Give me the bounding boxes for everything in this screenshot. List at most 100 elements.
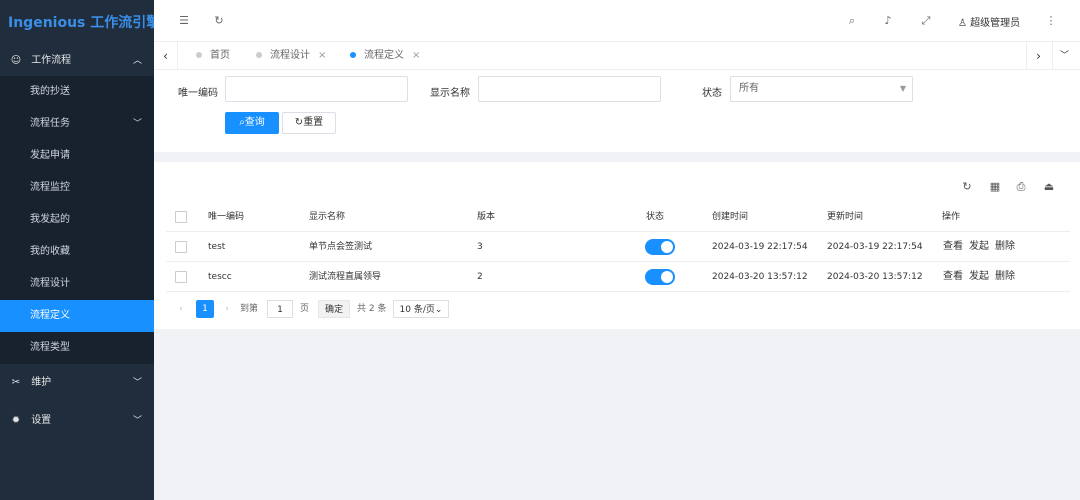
sidebar-item-label: 我的收藏 bbox=[30, 246, 70, 257]
chevron-down-icon: ﹀ bbox=[132, 416, 142, 426]
cell-created: 2024-03-20 13:57:12 bbox=[712, 272, 808, 282]
confirm-button[interactable]: 确定 bbox=[318, 300, 350, 318]
tab-definition[interactable]: 流程定义 × bbox=[350, 42, 420, 70]
tab-label: 流程定义 bbox=[364, 50, 404, 61]
user-name: 超级管理员 bbox=[970, 18, 1021, 29]
start-link[interactable]: 发起 bbox=[969, 271, 989, 282]
column-header: 唯一编码 bbox=[208, 212, 245, 222]
menu-group-label: 维护 bbox=[31, 377, 52, 388]
caret-down-icon: ▼ bbox=[899, 84, 906, 93]
sidebar-item-label: 流程设计 bbox=[30, 278, 70, 289]
refresh-icon: ↻ bbox=[294, 117, 304, 128]
column-header: 操作 bbox=[942, 212, 961, 222]
page-jump-input[interactable]: 1 bbox=[267, 300, 293, 318]
sidebar-item-label: 发起申请 bbox=[30, 150, 70, 161]
bell-icon[interactable]: ♪ bbox=[880, 13, 896, 29]
chevron-down-icon: ﹀ bbox=[132, 119, 142, 129]
tab-dot bbox=[350, 52, 356, 58]
sidebar-item-label: 流程监控 bbox=[30, 182, 70, 193]
menu-group-workflow[interactable]: ☺ 工作流程 ︿ bbox=[0, 46, 154, 76]
view-link[interactable]: 查看 bbox=[943, 241, 963, 252]
reset-button[interactable]: ↻重置 bbox=[282, 112, 336, 134]
columns-icon[interactable]: ▦ bbox=[988, 180, 1002, 194]
column-header: 显示名称 bbox=[309, 212, 346, 222]
query-button[interactable]: ⌕查询 bbox=[225, 112, 279, 134]
page-size-select[interactable]: 10 条/页⌄ bbox=[393, 300, 449, 318]
sidebar-item-types[interactable]: 流程类型 bbox=[0, 332, 154, 364]
cell-name: 测试流程直属领导 bbox=[309, 272, 382, 282]
code-label: 唯一编码 bbox=[178, 88, 218, 99]
sidebar-item-label: 我的抄送 bbox=[30, 86, 70, 97]
tab-home[interactable]: 首页 bbox=[196, 42, 230, 70]
page-suffix: 页 bbox=[300, 304, 310, 314]
sidebar-item-apply[interactable]: 发起申请 bbox=[0, 140, 154, 172]
export-icon[interactable]: ⏏ bbox=[1042, 180, 1056, 194]
sidebar-item-label: 流程任务 bbox=[30, 118, 70, 129]
tools-icon: ✂ bbox=[11, 377, 21, 388]
view-link[interactable]: 查看 bbox=[943, 271, 963, 282]
select-all-checkbox[interactable] bbox=[175, 211, 187, 223]
menu-group-label: 设置 bbox=[31, 415, 52, 426]
cell-code: tescc bbox=[208, 272, 232, 282]
smile-icon: ☺ bbox=[10, 55, 22, 66]
tab-scroll-right-icon[interactable]: › bbox=[1026, 42, 1050, 70]
status-select[interactable]: 所有 ▼ bbox=[730, 76, 913, 102]
sidebar-item-my-cc[interactable]: 我的抄送 bbox=[0, 76, 154, 108]
close-icon[interactable]: × bbox=[318, 50, 326, 61]
print-icon[interactable]: ⎙ bbox=[1014, 180, 1028, 194]
status-toggle[interactable] bbox=[645, 269, 675, 285]
menu-group-settings[interactable]: ✹ 设置 ﹀ bbox=[0, 402, 154, 440]
column-header: 创建时间 bbox=[712, 212, 749, 222]
search-icon[interactable]: ⌕ bbox=[844, 13, 860, 29]
page-1-button[interactable]: 1 bbox=[196, 300, 214, 318]
query-button-label: 查询 bbox=[244, 117, 265, 128]
row-checkbox[interactable] bbox=[175, 241, 187, 253]
sidebar-item-tasks[interactable]: 流程任务 ﹀ bbox=[0, 108, 154, 140]
table-row: test 单节点会签测试 3 2024-03-19 22:17:54 2024-… bbox=[166, 232, 1070, 262]
tab-scroll-left-icon[interactable]: ‹ bbox=[154, 42, 178, 70]
column-header: 状态 bbox=[646, 212, 665, 222]
column-header: 更新时间 bbox=[827, 212, 864, 222]
prev-page-icon[interactable]: ‹ bbox=[174, 300, 188, 318]
tab-design[interactable]: 流程设计 × bbox=[256, 42, 326, 70]
user-icon: ♙ bbox=[958, 18, 967, 29]
sidebar: Ingenious 工作流引擎 ☺ 工作流程 ︿ 我的抄送 流程任务 ﹀ 发起申请… bbox=[0, 0, 160, 500]
sidebar-item-my-started[interactable]: 我发起的 bbox=[0, 204, 154, 236]
user-menu[interactable]: ♙ 超级管理员 bbox=[958, 14, 1020, 29]
tab-dot bbox=[256, 52, 262, 58]
more-vertical-icon[interactable]: ⋮ bbox=[1043, 13, 1059, 29]
cell-actions: 查看 发起 删除 bbox=[943, 262, 1021, 292]
cell-updated: 2024-03-19 22:17:54 bbox=[827, 242, 923, 252]
code-input[interactable] bbox=[225, 76, 408, 102]
menu-group-maintain[interactable]: ✂ 维护 ﹀ bbox=[0, 364, 154, 402]
cell-code: test bbox=[208, 242, 226, 252]
status-toggle[interactable] bbox=[645, 239, 675, 255]
chevron-down-icon: ﹀ bbox=[132, 378, 142, 388]
cell-version: 3 bbox=[477, 242, 483, 252]
start-link[interactable]: 发起 bbox=[969, 241, 989, 252]
row-checkbox[interactable] bbox=[175, 271, 187, 283]
menu-group-label: 工作流程 bbox=[31, 55, 72, 66]
status-label: 状态 bbox=[702, 88, 722, 99]
chevron-down-icon[interactable]: ﹀ bbox=[1052, 42, 1076, 70]
table-card: ↻ ▦ ⎙ ⏏ 唯一编码 显示名称 版本 状态 创建时间 更新时间 操作 tes… bbox=[154, 162, 1080, 329]
sidebar-item-definition[interactable]: 流程定义 bbox=[0, 300, 154, 332]
next-page-icon[interactable]: › bbox=[220, 300, 234, 318]
refresh-icon[interactable]: ↻ bbox=[211, 13, 227, 29]
top-header: ☰ ↻ ⌕ ♪ ⤢ ♙ 超级管理员 ⋮ bbox=[154, 0, 1080, 42]
fullscreen-icon[interactable]: ⤢ bbox=[918, 13, 934, 29]
name-input[interactable] bbox=[478, 76, 661, 102]
close-icon[interactable]: × bbox=[412, 50, 420, 61]
sidebar-item-monitor[interactable]: 流程监控 bbox=[0, 172, 154, 204]
status-select-value: 所有 bbox=[739, 83, 759, 94]
cell-version: 2 bbox=[477, 272, 483, 282]
tab-label: 流程设计 bbox=[270, 50, 310, 61]
delete-link[interactable]: 删除 bbox=[995, 241, 1015, 252]
menu-fold-icon[interactable]: ☰ bbox=[176, 13, 192, 29]
chevron-up-icon: ︿ bbox=[132, 56, 142, 66]
sidebar-item-favorites[interactable]: 我的收藏 bbox=[0, 236, 154, 268]
delete-link[interactable]: 删除 bbox=[995, 271, 1015, 282]
table-row: tescc 测试流程直属领导 2 2024-03-20 13:57:12 202… bbox=[166, 262, 1070, 292]
sidebar-item-design[interactable]: 流程设计 bbox=[0, 268, 154, 300]
refresh-icon[interactable]: ↻ bbox=[960, 180, 974, 194]
